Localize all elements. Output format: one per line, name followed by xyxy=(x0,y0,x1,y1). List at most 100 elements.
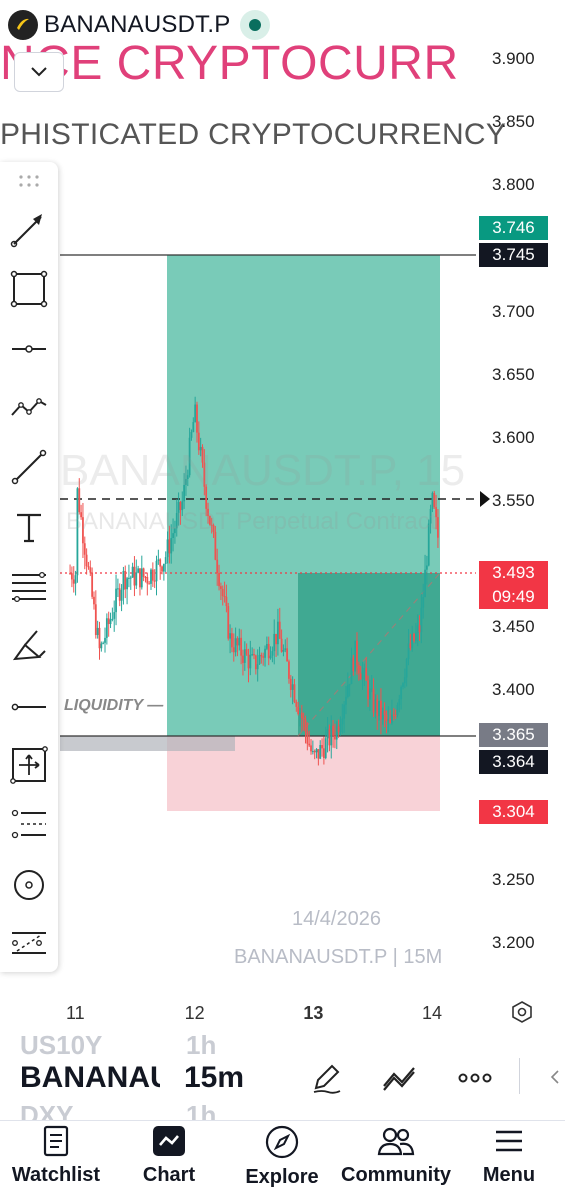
candle-body xyxy=(85,554,88,567)
nav-chart-label: Chart xyxy=(142,1164,196,1186)
banner-subtitle: PHISTICATED CRYPTOCURRENCY xyxy=(0,118,507,151)
symbol-option-prev[interactable]: US10Y xyxy=(20,1030,102,1061)
candle-body xyxy=(277,621,279,645)
candle-body xyxy=(96,627,99,636)
candle-body xyxy=(115,588,117,613)
candle-body xyxy=(343,704,346,719)
symbol-interval-row: US10Y BANANAUSDT.P DXY 1h 15m 1h xyxy=(0,1030,565,1120)
candle-body xyxy=(341,718,344,725)
price-tick-label: 3.650 xyxy=(492,364,535,384)
candle-body xyxy=(240,637,243,656)
circle-tool-icon[interactable] xyxy=(4,860,54,910)
symbol-option-current[interactable]: BANANAUSDT.P xyxy=(20,1061,160,1095)
candle-body xyxy=(411,633,414,649)
candle-body xyxy=(359,673,362,680)
liquidity-label[interactable]: LIQUIDITY — xyxy=(64,697,163,715)
price-tag: 3.746 xyxy=(479,216,548,240)
measure-tool-icon[interactable] xyxy=(4,740,54,790)
candle-body xyxy=(72,579,75,584)
interval-option-prev[interactable]: 1h xyxy=(186,1030,216,1061)
horizontal-line-tool-icon[interactable] xyxy=(4,324,54,374)
candle-body xyxy=(238,637,241,646)
trend-line-tool-icon[interactable] xyxy=(4,442,54,492)
candle-body xyxy=(225,596,228,607)
candle-body xyxy=(289,678,292,690)
market-status-icon[interactable] xyxy=(240,10,271,40)
candle-body xyxy=(216,559,219,573)
candle-body xyxy=(396,705,399,716)
candle-body xyxy=(422,597,425,608)
candle-body xyxy=(357,665,360,674)
nav-community[interactable]: Community xyxy=(341,1124,451,1200)
price-tick-label: 3.200 xyxy=(492,933,535,952)
candle-body xyxy=(346,685,349,697)
candle-body xyxy=(286,648,289,662)
ray-tool-icon[interactable] xyxy=(4,682,54,732)
candle-body xyxy=(280,638,283,652)
toolbar-divider xyxy=(519,1058,520,1094)
candle-body xyxy=(376,699,379,716)
candle-body xyxy=(269,655,272,659)
candle-body xyxy=(265,643,268,649)
watermark-date: 14/4/2026 xyxy=(292,908,381,930)
candle-body xyxy=(229,633,231,639)
candle-body xyxy=(425,565,428,570)
price-tag: 09:49 xyxy=(479,585,548,609)
symbol-name[interactable]: BANANAUSDT.P xyxy=(44,11,230,39)
candle-body xyxy=(284,648,287,651)
candle-body xyxy=(105,618,108,638)
text-tool-icon[interactable] xyxy=(4,502,54,552)
candle-body xyxy=(128,577,130,579)
price-tick-label: 3.850 xyxy=(492,112,535,132)
candle-body xyxy=(295,701,298,707)
nav-explore[interactable]: Explore xyxy=(227,1124,337,1200)
nav-explore-label: Explore xyxy=(245,1166,319,1188)
drawing-toolbar[interactable] xyxy=(0,162,58,972)
candle-body xyxy=(335,726,338,740)
path-tool-icon[interactable] xyxy=(4,382,54,432)
compass-icon xyxy=(265,1125,299,1159)
rectangle-tool-icon[interactable] xyxy=(4,264,54,314)
nav-menu[interactable]: Menu xyxy=(454,1124,564,1200)
drawing-pen-icon[interactable] xyxy=(308,1060,344,1101)
collapse-left-icon[interactable] xyxy=(548,1068,560,1091)
candle-body xyxy=(363,668,366,673)
candle-body xyxy=(389,718,392,724)
candle-body xyxy=(245,649,248,655)
candle-body xyxy=(124,570,127,590)
brush-tool-icon[interactable] xyxy=(4,622,54,672)
forecast-tool-icon[interactable] xyxy=(4,800,54,850)
candle-body xyxy=(302,718,305,720)
candle-body xyxy=(133,566,136,586)
candle-body xyxy=(387,718,390,722)
collapse-chevron-button[interactable] xyxy=(14,52,64,92)
candle-body xyxy=(313,751,316,753)
more-options-icon[interactable] xyxy=(458,1068,492,1093)
candle-body xyxy=(374,699,377,713)
candle-body xyxy=(352,657,355,672)
candle-body xyxy=(300,712,303,719)
watermark-description: BANANAUSDT Perpetual Contract xyxy=(66,508,437,535)
candle-body xyxy=(113,612,116,619)
candle-body xyxy=(164,557,167,564)
symbol-header[interactable]: BANANAUSDT.P xyxy=(0,4,280,46)
indicators-icon[interactable] xyxy=(380,1060,420,1101)
interval-option-next[interactable]: 1h xyxy=(186,1100,216,1120)
symbol-option-next[interactable]: DXY xyxy=(20,1100,73,1120)
interval-option-current[interactable]: 15m xyxy=(184,1061,244,1095)
drag-handle-icon[interactable] xyxy=(4,166,54,196)
candle-body xyxy=(194,404,197,423)
liquidity-zone[interactable] xyxy=(60,736,235,751)
candle-body xyxy=(372,688,375,713)
candle-body xyxy=(227,606,230,639)
candle-body xyxy=(111,618,114,620)
nav-chart[interactable]: Chart xyxy=(114,1124,224,1200)
settings-icon[interactable] xyxy=(510,1000,534,1029)
nav-watchlist[interactable]: Watchlist xyxy=(1,1124,111,1200)
fib-retracement-tool-icon[interactable] xyxy=(4,562,54,612)
arrow-tool-icon[interactable] xyxy=(4,204,54,254)
gann-tool-icon[interactable] xyxy=(4,918,54,968)
candle-body xyxy=(102,642,105,644)
candle-body xyxy=(94,604,97,636)
candle-body xyxy=(232,647,235,653)
